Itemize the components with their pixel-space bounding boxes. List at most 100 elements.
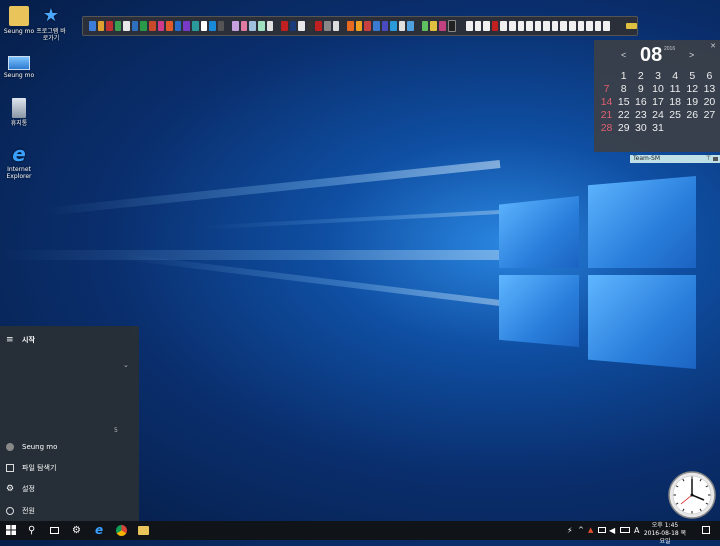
calendar-day[interactable]: 10 [649, 83, 666, 95]
launcher-toolbar[interactable] [82, 16, 638, 36]
launcher-app-icon[interactable] [398, 21, 406, 31]
launcher-app-icon[interactable] [191, 21, 199, 31]
calendar-day[interactable]: 11 [667, 83, 684, 95]
launcher-app-icon[interactable] [249, 21, 256, 31]
launcher-app-icon[interactable] [289, 21, 297, 31]
calendar-day[interactable]: 17 [649, 96, 666, 108]
launcher-app-icon[interactable] [372, 21, 380, 31]
launcher-app-icon[interactable] [466, 21, 473, 31]
launcher-app-icon[interactable] [483, 21, 490, 31]
calendar-next-button[interactable]: > [689, 50, 694, 60]
launcher-app-icon[interactable] [526, 21, 533, 31]
launcher-app-icon[interactable] [364, 21, 371, 31]
launcher-app-icon[interactable] [390, 21, 397, 31]
launcher-app-icon[interactable] [157, 21, 165, 31]
launcher-app-icon[interactable] [491, 21, 499, 31]
launcher-app-icon[interactable] [421, 21, 429, 31]
launcher-app-icon[interactable] [430, 21, 437, 31]
launcher-app-icon[interactable] [500, 21, 508, 31]
network-icon[interactable] [598, 527, 606, 533]
launcher-app-icon[interactable] [209, 21, 216, 31]
start-menu-header[interactable]: ≡ 시작 [0, 332, 139, 348]
calendar-day[interactable]: 27 [701, 109, 718, 121]
launcher-app-icon[interactable] [551, 21, 559, 31]
launcher-app-icon[interactable] [217, 21, 225, 31]
launcher-app-icon[interactable] [534, 21, 542, 31]
calendar-day[interactable]: 19 [684, 96, 701, 108]
launcher-app-icon[interactable] [474, 21, 482, 31]
launcher-app-icon[interactable] [200, 21, 208, 31]
calendar-day[interactable]: 14 [598, 96, 615, 108]
keyboard-icon[interactable] [620, 527, 630, 533]
calendar-prev-button[interactable]: < [621, 50, 626, 60]
calendar-day[interactable]: 15 [615, 96, 632, 108]
launcher-app-icon[interactable] [407, 21, 414, 31]
launcher-app-icon[interactable] [114, 21, 122, 31]
launcher-app-icon[interactable] [315, 21, 323, 31]
launcher-app-icon[interactable] [298, 21, 305, 31]
launcher-app-icon[interactable] [509, 21, 516, 31]
folder-icon[interactable] [138, 526, 149, 535]
launcher-app-icon[interactable] [560, 21, 568, 31]
calendar-day[interactable]: 12 [684, 83, 701, 95]
calendar-day[interactable]: 2 [632, 70, 649, 82]
launcher-app-icon[interactable] [106, 21, 113, 31]
launcher-app-icon[interactable] [594, 21, 602, 31]
calendar-day[interactable]: 26 [684, 109, 701, 121]
calendar-day[interactable]: 18 [667, 96, 684, 108]
launcher-app-icon[interactable] [543, 21, 550, 31]
notification-icon[interactable] [702, 526, 710, 534]
launcher-app-icon[interactable] [586, 21, 593, 31]
calendar-day[interactable]: 28 [598, 122, 615, 134]
calendar-day[interactable]: 25 [667, 109, 684, 121]
calendar-day[interactable]: 24 [649, 109, 666, 121]
launcher-app-icon[interactable] [123, 21, 130, 31]
start-menu-power[interactable]: 전원 [0, 503, 139, 519]
launcher-app-icon[interactable] [166, 21, 173, 31]
desktop-icon-program-shortcut[interactable]: ★ 프로그램 바로가기 [34, 6, 68, 43]
calendar-day[interactable]: 8 [615, 83, 632, 95]
launcher-app-icon[interactable] [347, 21, 354, 31]
calendar-day[interactable]: 29 [615, 122, 632, 134]
launcher-app-icon[interactable] [355, 21, 363, 31]
launcher-app-icon[interactable] [281, 21, 288, 31]
team-widget-bar[interactable]: Team-SM ⊤ [630, 155, 720, 163]
calendar-day[interactable]: 21 [598, 109, 615, 121]
task-view-icon[interactable] [50, 527, 59, 534]
launcher-app-icon[interactable] [232, 21, 239, 31]
calendar-day[interactable]: 20 [701, 96, 718, 108]
launcher-app-icon[interactable] [140, 21, 148, 31]
calendar-day[interactable]: 22 [615, 109, 632, 121]
launcher-app-icon[interactable] [438, 21, 446, 31]
calendar-day[interactable]: 5 [684, 70, 701, 82]
calendar-day[interactable]: 1 [615, 70, 632, 82]
launcher-app-icon[interactable] [266, 21, 274, 31]
launcher-app-icon[interactable] [569, 21, 576, 31]
desktop-icon-this-pc[interactable]: Seung mo [2, 52, 36, 79]
calendar-day[interactable]: 13 [701, 83, 718, 95]
chrome-icon[interactable] [116, 525, 127, 536]
taskbar-clock[interactable]: 오후 1:45 2016-08-18 목요일 [643, 522, 687, 546]
menu-icon[interactable] [713, 157, 718, 161]
launcher-app-icon[interactable] [324, 21, 331, 31]
launcher-app-icon[interactable] [131, 21, 139, 31]
calendar-day[interactable]: 16 [632, 96, 649, 108]
desktop-icon-recycle-bin[interactable]: 휴지통 [2, 98, 36, 127]
start-menu-settings[interactable]: ⚙ 설정 [0, 481, 139, 497]
pin-icon[interactable]: ⊤ [706, 155, 711, 163]
calendar-day[interactable]: 31 [649, 122, 666, 134]
calendar-day[interactable]: 3 [649, 70, 666, 82]
launcher-app-icon[interactable] [97, 21, 105, 31]
calendar-close-icon[interactable]: ✕ [710, 42, 716, 50]
calendar-day[interactable]: 6 [701, 70, 718, 82]
launcher-app-icon[interactable] [174, 21, 182, 31]
gear-icon[interactable]: ⚙ [72, 524, 85, 537]
calendar-day[interactable]: 7 [598, 83, 615, 95]
launcher-app-icon[interactable] [183, 21, 190, 31]
launcher-app-icon[interactable] [381, 21, 389, 31]
launcher-app-icon[interactable] [577, 21, 585, 31]
windows-start-icon[interactable] [6, 525, 16, 535]
start-menu-user[interactable]: Seung mo [0, 439, 139, 455]
launcher-app-icon[interactable] [447, 20, 457, 32]
desktop-icon-user-folder[interactable]: Seung mo [2, 6, 36, 35]
